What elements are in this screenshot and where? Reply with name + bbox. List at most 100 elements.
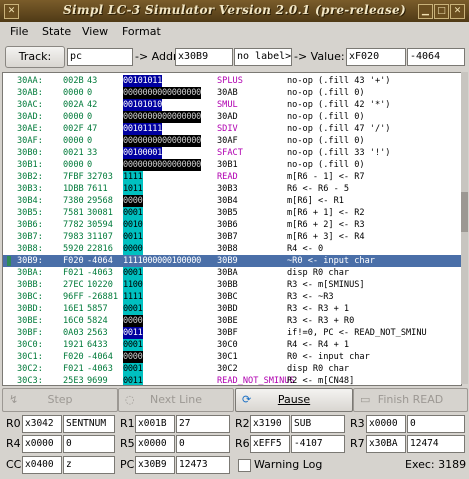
memory-row[interactable]: 30B2: 7FBF32703 0111111110111111 READ m[R6 -… xyxy=(3,171,461,183)
dec-value-input[interactable]: -4064 xyxy=(407,48,465,66)
next-line-button[interactable]: ◌ Next Line xyxy=(118,388,234,412)
memory-listing[interactable]: 30AA:002B430000000000101011SPLUSno-op (.… xyxy=(2,72,462,386)
bit-group: 1100 xyxy=(123,279,143,291)
exec-count: Exec: 3189 xyxy=(405,458,467,471)
r7-label: R7 xyxy=(350,437,365,450)
pc-value[interactable]: 12473 xyxy=(176,456,230,474)
finish-read-button[interactable]: ▭ Finish READ xyxy=(353,388,468,412)
row-address: 30C3: xyxy=(17,376,43,386)
memory-row[interactable]: 30B0: 002133 0000000000100001 SFACT no-op (.… xyxy=(3,147,461,159)
row-label: 30B4 xyxy=(217,196,238,206)
r0-value[interactable]: SENTNUM xyxy=(63,415,115,433)
step-button[interactable]: ↯ Step xyxy=(2,388,118,412)
memory-row[interactable]: 30BC: 96FF-26881 1001011011111111 30BC R3 <-… xyxy=(3,291,461,303)
row-decimal: 30594 xyxy=(87,220,113,230)
r2-value[interactable]: SUB xyxy=(291,415,345,433)
r7-hex[interactable]: x30BA xyxy=(366,435,406,453)
r3-hex[interactable]: x0000 xyxy=(366,415,406,433)
memory-row[interactable]: 30B4: 738029568 0111001110000000 30B4 m[R6] … xyxy=(3,195,461,207)
memory-row[interactable]: 30AB: 0000 0 0000000000000000 30AB no-op (.fi… xyxy=(3,87,461,99)
row-instruction: no-op (.fill 47 '/') xyxy=(287,124,391,134)
memory-row[interactable]: 30B7: 798331107 0111100110000011 30B7 m[R6 +… xyxy=(3,231,461,243)
memory-row[interactable]: 30B1: 0000 0 0000000000000000 30B1 no-op (.fi… xyxy=(3,159,461,171)
r1-hex[interactable]: x001B xyxy=(135,415,175,433)
row-decimal: -4064 xyxy=(87,256,113,266)
row-hex: 0000 xyxy=(63,160,84,170)
row-decimal: 31107 xyxy=(87,232,113,242)
addr-input[interactable]: x30B9 xyxy=(175,48,233,66)
memory-row[interactable]: 30B5: 758130081 0111010110000001 30B5 m[R6 +… xyxy=(3,207,461,219)
row-hex: 0021 xyxy=(63,148,84,158)
memory-row[interactable]: 30B9: F020 -4064 1111000000100000 30B9 ~R0 <-… xyxy=(3,255,461,267)
r4-hex[interactable]: x0000 xyxy=(22,435,62,453)
row-binary: 1111000000100001 xyxy=(123,363,213,375)
pc-hex[interactable]: x30B9 xyxy=(135,456,175,474)
track-button[interactable]: Track: xyxy=(5,46,65,68)
memory-row[interactable]: 30C2: F021-4063 1111000000100001 30C2 disp R… xyxy=(3,363,461,375)
memory-row[interactable]: 30BD: 16E15857 0001011011100001 30BD R3 <- R… xyxy=(3,303,461,315)
memory-row[interactable]: 30AE: 002F47 0000000000101111 SDIV no-op (.f… xyxy=(3,123,461,135)
memory-row[interactable]: 30BF: 0A032563 0000101000000011 30BF if!=0, … xyxy=(3,327,461,339)
memory-row[interactable]: 30AC: 002A42 0000000000101010 SMUL no-op (.f… xyxy=(3,99,461,111)
cc-hex[interactable]: x0400 xyxy=(22,456,62,474)
r6-value[interactable]: -4107 xyxy=(291,435,345,453)
r5-value[interactable]: 0 xyxy=(176,435,230,453)
r5-hex[interactable]: x0000 xyxy=(135,435,175,453)
track-input[interactable]: pc xyxy=(67,48,133,66)
breakpoint-marker[interactable] xyxy=(7,256,11,266)
menu-format[interactable]: Format xyxy=(122,25,161,38)
row-hex: F021 xyxy=(63,364,84,374)
memory-row[interactable]: 30BB: 27EC10220 0010011111101100 30BB R3 <- … xyxy=(3,279,461,291)
row-address: 30AF: xyxy=(17,136,43,146)
memory-row[interactable]: 30AA: 002B43 0000000000101011 SPLUS no-op (.… xyxy=(3,75,461,87)
r2-hex[interactable]: x3190 xyxy=(250,415,290,433)
minimize-icon[interactable]: ▁ xyxy=(418,4,433,19)
r7-value[interactable]: 12474 xyxy=(407,435,465,453)
row-address: 30AB: xyxy=(17,88,43,98)
memory-row[interactable]: 30BE: 16C05824 0001011011000000 30BE R3 <- R… xyxy=(3,315,461,327)
memory-row[interactable]: 30B8: 592022816 0101100100100000 30B8 R4 <- … xyxy=(3,243,461,255)
bit-group: 0000 xyxy=(123,195,143,207)
row-instruction: m[R6 - 1] <- R7 xyxy=(287,172,365,182)
row-instruction: R4 <- 0 xyxy=(287,244,324,254)
menu-view[interactable]: View xyxy=(82,25,108,38)
menu-file[interactable]: File xyxy=(10,25,28,38)
scrollbar-thumb[interactable] xyxy=(461,192,468,232)
memory-row[interactable]: 30B6: 778230594 0111011110000010 30B6 m[R6 +… xyxy=(3,219,461,231)
r6-hex[interactable]: xEFF5 xyxy=(250,435,290,453)
r1-value[interactable]: 27 xyxy=(176,415,230,433)
r0-hex[interactable]: x3042 xyxy=(22,415,62,433)
bit-group: 00100001 xyxy=(123,147,162,159)
row-binary: 0000000000101011 xyxy=(123,75,213,87)
pause-button[interactable]: ⟳ Pause xyxy=(235,388,353,412)
maximize-icon[interactable]: □ xyxy=(434,4,449,19)
row-label: 30AD xyxy=(217,112,238,122)
bit-group: 0001 xyxy=(123,267,143,279)
memory-row[interactable]: 30AF: 0000 0 0000000000000000 30AF no-op (.fi… xyxy=(3,135,461,147)
memory-row[interactable]: 30BA: F021-4063 1111000000100001 30BA disp R… xyxy=(3,267,461,279)
menu-bar: File State View Format xyxy=(0,22,469,42)
memory-row[interactable]: 30AD: 0000 0 0000000000000000 30AD no-op (.fi… xyxy=(3,111,461,123)
row-decimal: -26881 xyxy=(87,292,119,302)
row-label: 30B9 xyxy=(217,256,238,266)
menu-state[interactable]: State xyxy=(42,25,71,38)
memory-row[interactable]: 30C1: F020-4064 1111000000100000 30C1 R0 <- … xyxy=(3,351,461,363)
bit-group: 00101011 xyxy=(123,75,162,87)
listing-scrollbar[interactable] xyxy=(461,72,468,384)
row-instruction: R3 <- ~R3 xyxy=(287,292,334,302)
row-hex: F020 xyxy=(63,256,84,266)
memory-row[interactable]: 30C0: 19216433 0001100100100001 30C0 R4 <- R… xyxy=(3,339,461,351)
row-hex: 16C0 xyxy=(63,316,84,326)
memory-row[interactable]: 30C3: 25E39699 0010010111100011 READ_NOT_SM… xyxy=(3,375,461,386)
hex-value-input[interactable]: xF020 xyxy=(346,48,406,66)
row-hex: 002B xyxy=(63,76,84,86)
close-icon[interactable]: ✕ xyxy=(450,4,465,19)
row-binary: 0010011111101100 xyxy=(123,279,213,291)
r4-value[interactable]: 0 xyxy=(63,435,115,453)
warning-log-checkbox[interactable] xyxy=(238,459,251,472)
row-hex: 7983 xyxy=(63,232,84,242)
memory-row[interactable]: 30B3: 1DBB7611 0001110110111011 30B3 R6 <- R… xyxy=(3,183,461,195)
r3-value[interactable]: 0 xyxy=(407,415,465,433)
row-instruction: R4 <- R4 + 1 xyxy=(287,340,350,350)
cc-value[interactable]: z xyxy=(63,456,115,474)
